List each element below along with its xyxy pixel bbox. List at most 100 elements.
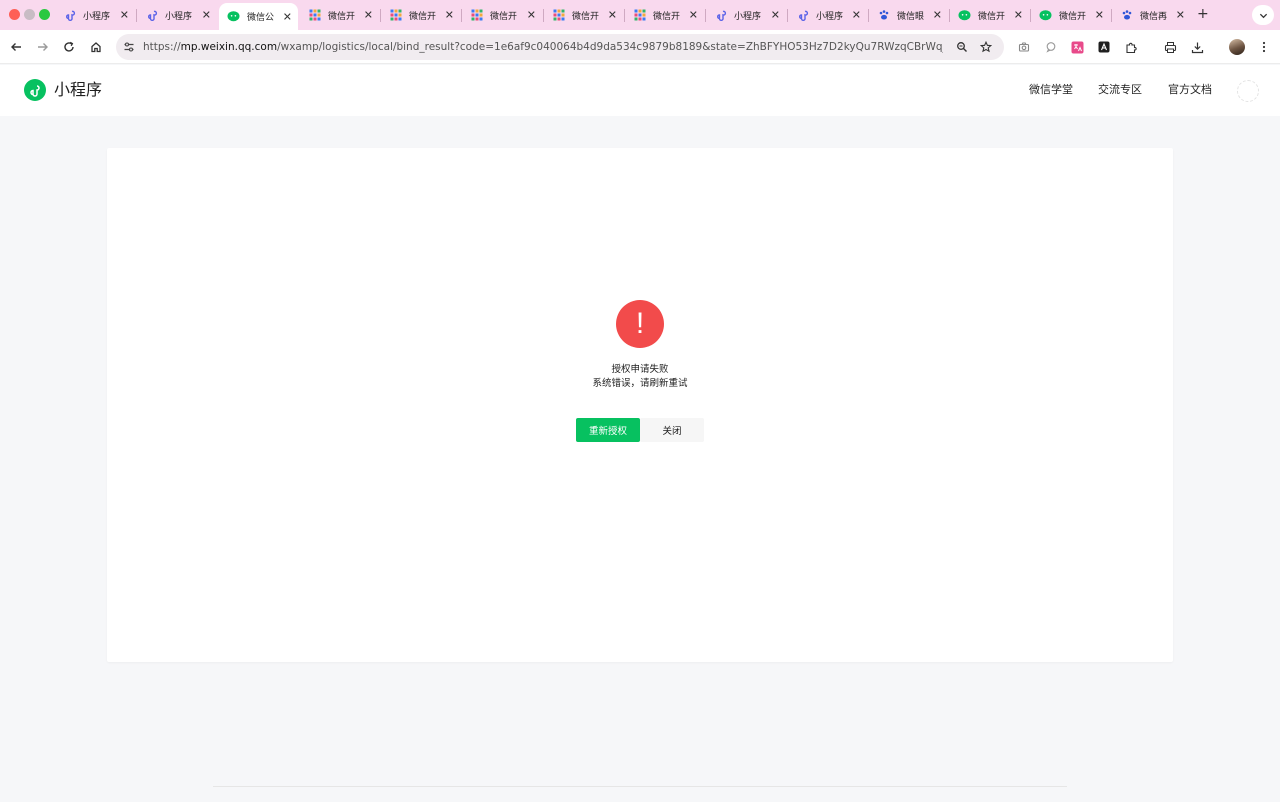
tab-title: 微信开 — [572, 11, 600, 22]
browser-tab[interactable]: 微信开 ✕ — [1031, 4, 1110, 26]
window-close-button[interactable] — [9, 9, 20, 20]
tab-separator — [868, 9, 869, 22]
result-title: 授权申请失败 — [611, 364, 669, 375]
dark-extension-button[interactable] — [1096, 39, 1112, 55]
close-button[interactable]: 关闭 — [640, 418, 704, 442]
downloads-button[interactable] — [1189, 39, 1205, 55]
wechat-icon — [227, 10, 240, 23]
tab-title: 微信开 — [328, 11, 356, 22]
miniprogram-icon — [714, 9, 727, 22]
home-icon — [91, 42, 101, 53]
kebab-menu-icon — [1262, 41, 1266, 53]
nav-community[interactable]: 交流专区 — [1098, 82, 1142, 98]
tab-close-icon[interactable]: ✕ — [689, 10, 698, 21]
browser-tab[interactable]: 微信再 ✕ — [1112, 4, 1191, 26]
puzzle-icon — [1125, 42, 1137, 53]
tab-title: 微信开 — [978, 11, 1006, 22]
site-settings-button[interactable] — [121, 39, 137, 55]
tab-close-icon[interactable]: ✕ — [1176, 10, 1185, 21]
tab-separator — [543, 9, 544, 22]
tab-close-icon[interactable]: ✕ — [283, 11, 292, 22]
tab-close-icon[interactable]: ✕ — [771, 10, 780, 21]
extension-logo-icon — [1098, 41, 1110, 53]
reload-button[interactable] — [61, 39, 77, 55]
paw-icon — [1120, 9, 1133, 22]
tab-close-icon[interactable]: ✕ — [445, 10, 454, 21]
tab-separator — [949, 9, 950, 22]
nav-official-docs[interactable]: 官方文档 — [1168, 82, 1212, 98]
miniprogram-logo-icon[interactable] — [24, 79, 46, 101]
result-card: ! 授权申请失败 系统错误，请刷新重试 重新授权 关闭 — [107, 148, 1173, 662]
tab-close-icon[interactable]: ✕ — [933, 10, 942, 21]
zoom-button[interactable] — [954, 39, 970, 55]
browser-tab[interactable]: 微信开 ✕ — [544, 4, 623, 26]
browser-menu-button[interactable] — [1256, 39, 1272, 55]
tab-close-icon[interactable]: ✕ — [364, 10, 373, 21]
url-path: /wxamp/logistics/local/bind_result?code=… — [277, 41, 943, 53]
bookmark-button[interactable] — [978, 39, 994, 55]
tab-title: 小程序 — [816, 11, 844, 22]
chat-extension-button[interactable] — [1043, 39, 1059, 55]
forward-button[interactable] — [35, 39, 51, 55]
tab-title: 小程序 — [734, 11, 762, 22]
browser-tab[interactable]: 小程序 ✕ — [137, 4, 217, 26]
url-text[interactable]: https://mp.weixin.qq.com/wxamp/logistics… — [143, 34, 943, 60]
browser-tab[interactable]: 微信开 ✕ — [462, 4, 542, 26]
camera-icon — [1018, 42, 1030, 52]
tab-close-icon[interactable]: ✕ — [527, 10, 536, 21]
tab-separator — [624, 9, 625, 22]
tab-search-button[interactable] — [1252, 5, 1274, 25]
star-icon — [980, 41, 992, 53]
tab-close-icon[interactable]: ✕ — [608, 10, 617, 21]
profile-avatar[interactable] — [1229, 39, 1245, 55]
browser-toolbar: https://mp.weixin.qq.com/wxamp/logistics… — [0, 30, 1280, 64]
arrow-right-icon — [38, 43, 48, 51]
translate-extension-button[interactable] — [1069, 39, 1085, 55]
tab-separator — [1030, 9, 1031, 22]
window-zoom-button[interactable] — [39, 9, 50, 20]
browser-tab[interactable]: 小程序 ✕ — [706, 4, 786, 26]
reauthorize-button[interactable]: 重新授权 — [576, 418, 640, 442]
nav-wechat-academy[interactable]: 微信学堂 — [1029, 82, 1073, 98]
print-button[interactable] — [1162, 39, 1178, 55]
browser-tab[interactable]: 微信开 ✕ — [625, 4, 704, 26]
browser-tab[interactable]: 小程序 ✕ — [788, 4, 867, 26]
back-button[interactable] — [8, 39, 24, 55]
window-minimize-button[interactable] — [24, 9, 35, 20]
browser-tab[interactable]: 小程序 ✕ — [55, 4, 135, 26]
grid-icon — [633, 9, 646, 22]
miniprogram-icon — [796, 9, 809, 22]
tab-title: 小程序 — [83, 11, 111, 22]
browser-tab[interactable]: 微信眼 ✕ — [869, 4, 948, 26]
user-avatar[interactable] — [1237, 80, 1259, 102]
tab-close-icon[interactable]: ✕ — [852, 10, 861, 21]
tab-close-icon[interactable]: ✕ — [1014, 10, 1023, 21]
browser-tab[interactable]: 微信开 ✕ — [300, 4, 379, 26]
translate-icon — [1071, 41, 1083, 53]
miniprogram-icon — [63, 9, 76, 22]
download-icon — [1191, 42, 1203, 53]
tab-title: 微信开 — [653, 11, 681, 22]
tab-title: 微信开 — [409, 11, 437, 22]
browser-tab[interactable]: 微信开 ✕ — [381, 4, 460, 26]
tab-title: 小程序 — [165, 11, 193, 22]
extensions-button[interactable] — [1123, 39, 1139, 55]
tune-icon — [124, 42, 134, 52]
address-bar[interactable]: https://mp.weixin.qq.com/wxamp/logistics… — [116, 34, 1004, 60]
site-header: 小程序 微信学堂 交流专区 官方文档 — [0, 65, 1280, 116]
new-tab-button[interactable]: + — [1197, 6, 1209, 22]
tab-separator — [1111, 9, 1112, 22]
tab-close-icon[interactable]: ✕ — [1095, 10, 1104, 21]
error-exclamation-icon: ! — [616, 300, 664, 348]
site-logo-text[interactable]: 小程序 — [54, 78, 102, 102]
tab-close-icon[interactable]: ✕ — [120, 10, 129, 21]
screenshot-extension-button[interactable] — [1016, 39, 1032, 55]
url-host: mp.weixin.qq.com — [180, 41, 278, 53]
tab-separator — [380, 9, 381, 22]
home-button[interactable] — [88, 39, 104, 55]
browser-tab[interactable]: 微信开 ✕ — [950, 4, 1029, 26]
printer-icon — [1164, 41, 1176, 53]
tab-close-icon[interactable]: ✕ — [202, 10, 211, 21]
tab-separator — [787, 9, 788, 22]
browser-tab[interactable]: 微信公 ✕ — [219, 3, 298, 30]
